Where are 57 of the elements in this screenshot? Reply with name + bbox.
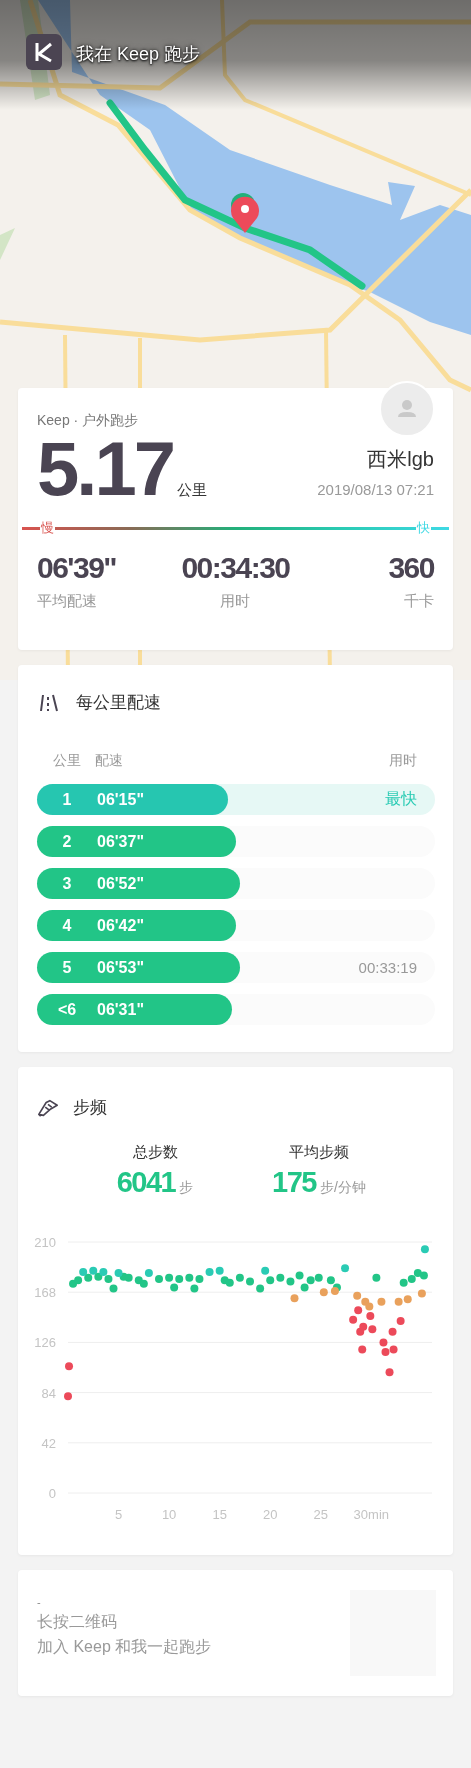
- stat-value: 175: [272, 1166, 316, 1199]
- stat-value: 00:34:30: [181, 552, 290, 584]
- stat-unit: 步: [179, 1179, 194, 1197]
- slow-label: 慢: [40, 519, 55, 537]
- section-title: 每公里配速: [76, 692, 161, 714]
- shoe-icon: [37, 1097, 59, 1118]
- axis-label: 25: [313, 1507, 328, 1522]
- pace-value: 06'15": [97, 790, 144, 809]
- km-number: 5: [61, 958, 73, 977]
- dash-text: -: [37, 1596, 42, 1608]
- stat-label: 平均步频: [289, 1143, 349, 1162]
- invite-text: 长按二维码: [37, 1612, 118, 1632]
- activity-source: Keep · 户外跑步: [37, 412, 140, 430]
- axis-label: 168: [34, 1285, 56, 1301]
- pace-value: 06'52": [97, 874, 144, 893]
- axis-label: 0: [48, 1486, 56, 1501]
- pace-value: 06'31": [97, 1000, 144, 1019]
- km-number: 4: [61, 916, 73, 935]
- km-number: 1: [61, 790, 73, 809]
- axis-label: 42: [41, 1435, 56, 1451]
- pace-value: 06'37": [97, 832, 144, 851]
- pace-value: 06'42": [97, 916, 144, 935]
- stat-value: 06'39": [37, 552, 117, 584]
- stat-label: 千卡: [404, 592, 434, 611]
- axis-label: 20: [263, 1507, 278, 1522]
- stat-label: 总步数: [132, 1143, 178, 1162]
- stat-value: 6041: [116, 1166, 176, 1199]
- axis-label: 84: [41, 1385, 56, 1401]
- km-number: <6: [56, 1000, 78, 1019]
- axis-label: 15: [212, 1507, 227, 1522]
- user-name: 西米lgb: [367, 447, 434, 472]
- column-header: 公里: [53, 752, 81, 770]
- page-title: 我在 Keep 跑步: [76, 43, 201, 66]
- split-time: 00:33:19: [358, 959, 417, 976]
- distance-value: 5.17: [37, 436, 173, 502]
- column-header: 用时: [389, 752, 417, 770]
- axis-label: 126: [34, 1335, 56, 1351]
- axis-label: 5: [114, 1507, 123, 1522]
- axis-label: 30min: [353, 1507, 390, 1522]
- section-title: 步频: [73, 1097, 107, 1119]
- axis-label: 10: [161, 1507, 177, 1522]
- activity-datetime: 2019/08/13 07:21: [317, 481, 434, 498]
- logo-icon: [26, 34, 62, 70]
- stat-label: 平均配速: [37, 592, 97, 611]
- km-number: 3: [61, 874, 73, 893]
- axis-label: 210: [34, 1235, 56, 1250]
- invite-text: 加入 Keep 和我一起跑步: [37, 1637, 212, 1657]
- avatar-icon[interactable]: [379, 381, 435, 437]
- stat-label: 用时: [220, 592, 251, 611]
- fast-label: 快: [416, 519, 431, 537]
- pace-value: 06'53": [97, 958, 144, 977]
- stat-unit: 步/分钟: [320, 1179, 366, 1197]
- km-number: 2: [61, 832, 73, 851]
- distance-unit: 公里: [176, 481, 207, 500]
- fastest-label: 最快: [385, 789, 417, 809]
- stat-value: 360: [388, 552, 434, 584]
- column-header: 配速: [95, 752, 123, 770]
